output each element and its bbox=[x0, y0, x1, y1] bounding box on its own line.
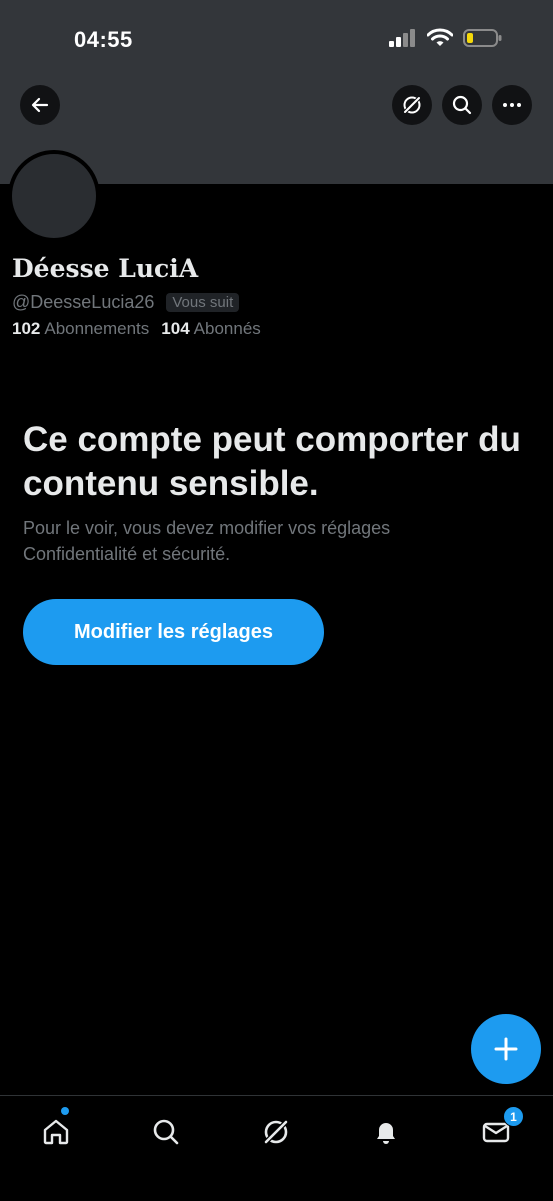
following-label: Abonnements bbox=[44, 319, 150, 338]
avatar[interactable] bbox=[8, 150, 100, 242]
sensitive-description: Pour le voir, vous devez modifier vos ré… bbox=[23, 518, 391, 564]
followers-label: Abonnés bbox=[193, 319, 261, 338]
back-button[interactable] bbox=[20, 85, 60, 125]
follow-counts: 102 Abonnements 104 Abonnés bbox=[12, 319, 261, 339]
following-count: 102 bbox=[12, 319, 41, 338]
bottom-nav bbox=[0, 1095, 553, 1201]
grok-icon bbox=[402, 95, 422, 115]
status-time: 04:55 bbox=[74, 27, 133, 52]
wifi-icon bbox=[427, 28, 453, 46]
signal-icon bbox=[389, 29, 415, 47]
compose-button[interactable] bbox=[471, 1014, 541, 1084]
handle-row: @DeesseLucia26 Vous suit bbox=[12, 292, 240, 313]
more-button[interactable] bbox=[492, 85, 532, 125]
status-icons bbox=[389, 28, 503, 48]
grok-button[interactable] bbox=[392, 85, 432, 125]
nav-search[interactable] bbox=[146, 1112, 186, 1152]
modify-settings-button[interactable]: Modifier les réglages bbox=[23, 599, 324, 665]
sensitive-title: Ce compte peut comporter du contenu sens… bbox=[23, 420, 521, 503]
following-link[interactable]: 102 Abonnements bbox=[12, 319, 149, 339]
messages-badge: 1 bbox=[503, 1106, 524, 1127]
follows-you-badge: Vous suit bbox=[166, 293, 240, 312]
plus-icon bbox=[494, 1037, 518, 1061]
grok-icon bbox=[263, 1119, 289, 1145]
arrow-left-icon bbox=[31, 97, 49, 113]
followers-count: 104 bbox=[161, 319, 190, 338]
handle: @DeesseLucia26 bbox=[12, 292, 155, 312]
search-icon bbox=[452, 95, 472, 115]
search-button[interactable] bbox=[442, 85, 482, 125]
nav-grok[interactable] bbox=[256, 1112, 296, 1152]
home-icon bbox=[43, 1119, 69, 1145]
battery-icon bbox=[463, 29, 502, 47]
search-icon bbox=[153, 1119, 179, 1145]
nav-home[interactable] bbox=[36, 1112, 76, 1152]
display-name: Déesse LuciA bbox=[12, 254, 199, 283]
bell-icon bbox=[377, 1123, 395, 1144]
home-notification-dot bbox=[61, 1107, 69, 1115]
more-icon bbox=[503, 103, 521, 107]
followers-link[interactable]: 104 Abonnés bbox=[161, 319, 261, 339]
nav-notifications[interactable] bbox=[366, 1112, 406, 1152]
